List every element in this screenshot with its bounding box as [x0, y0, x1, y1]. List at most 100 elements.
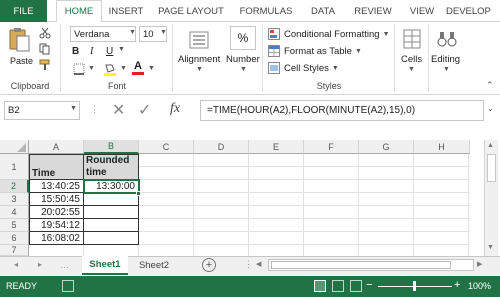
macro-record-icon[interactable]	[62, 280, 74, 292]
prev-sheet-icon[interactable]: ◂	[14, 260, 18, 269]
column-header-b[interactable]: B	[84, 140, 139, 154]
chevron-down-icon[interactable]: ▼	[120, 65, 127, 72]
tab-file[interactable]: FILE	[0, 0, 47, 22]
format-as-table-button[interactable]: Format as Table ▼	[268, 44, 390, 58]
scroll-down-icon[interactable]: ▼	[487, 244, 494, 251]
row-header-5[interactable]: 5	[0, 219, 29, 232]
scroll-up-icon[interactable]: ▲	[487, 142, 494, 149]
cell-b5[interactable]	[84, 219, 139, 232]
tab-page-layout[interactable]: PAGE LAYOUT	[152, 0, 230, 22]
scroll-left-icon[interactable]: ◀	[256, 258, 266, 270]
fill-handle[interactable]	[136, 191, 141, 196]
cell-a3[interactable]: 15:50:45	[29, 193, 84, 206]
row-header-1[interactable]: 1	[0, 154, 29, 180]
select-all-button[interactable]	[0, 140, 29, 154]
tab-developer[interactable]: DEVELOP	[446, 0, 500, 22]
collapse-ribbon-icon[interactable]: ⌃	[486, 80, 494, 91]
normal-view-icon[interactable]	[314, 280, 326, 292]
borders-button[interactable]	[72, 62, 86, 76]
cell-a2[interactable]: 13:40:25	[29, 180, 84, 193]
chevron-down-icon[interactable]: ▼	[129, 29, 136, 36]
column-header-e[interactable]: E	[249, 140, 304, 154]
chevron-down-icon[interactable]: ▼	[443, 66, 450, 73]
bold-button[interactable]: B	[72, 46, 79, 57]
vertical-scrollbar[interactable]: ▲ ▼	[484, 140, 498, 256]
expand-formula-icon[interactable]: ⌄	[487, 104, 494, 113]
insert-function-button[interactable]: fx	[170, 101, 180, 117]
chevron-down-icon[interactable]: ▼	[118, 46, 125, 53]
page-break-view-icon[interactable]	[350, 280, 362, 292]
formula-input[interactable]: =TIME(HOUR(A2),FLOOR(MINUTE(A2),15),0)	[200, 100, 484, 121]
chevron-down-icon[interactable]: ▼	[196, 66, 203, 73]
tab-formulas[interactable]: FORMULAS	[235, 0, 297, 22]
column-header-a[interactable]: A	[29, 140, 84, 154]
underline-button[interactable]: U	[106, 46, 113, 57]
cell-b4[interactable]	[84, 206, 139, 219]
zoom-out-button[interactable]: −	[366, 279, 372, 291]
cell-styles-button[interactable]: Cell Styles ▼	[268, 61, 390, 75]
font-color-button[interactable]: A	[132, 60, 144, 75]
row-header-2[interactable]: 2	[0, 180, 29, 193]
cell-a6[interactable]: 16:08:02	[29, 232, 84, 245]
tab-overflow-icon[interactable]: …	[60, 260, 69, 270]
scroll-right-icon[interactable]: ▶	[477, 258, 487, 270]
fill-color-button[interactable]	[102, 61, 118, 77]
enter-formula-icon[interactable]: ✓	[138, 100, 151, 120]
row-header-6[interactable]: 6	[0, 232, 29, 245]
tab-review[interactable]: REVIEW	[348, 0, 398, 22]
tab-data[interactable]: DATA	[303, 0, 343, 22]
paste-label: Paste	[10, 56, 34, 66]
column-header-f[interactable]: F	[304, 140, 359, 154]
vertical-scroll-thumb[interactable]	[487, 154, 496, 182]
chevron-down-icon[interactable]: ▼	[240, 66, 247, 73]
chevron-down-icon[interactable]: ▼	[148, 65, 155, 72]
tab-home[interactable]: HOME	[56, 0, 102, 23]
horizontal-scrollbar[interactable]	[268, 259, 474, 271]
chevron-down-icon[interactable]: ▼	[88, 65, 95, 72]
column-header-c[interactable]: C	[139, 140, 194, 154]
next-sheet-icon[interactable]: ▸	[38, 260, 42, 269]
chevron-down-icon: ▼	[331, 64, 339, 72]
tab-splitter-icon[interactable]: ⋮	[244, 259, 253, 270]
column-header-g[interactable]: G	[359, 140, 414, 154]
column-header-h[interactable]: H	[414, 140, 470, 154]
editing-button[interactable]	[434, 27, 460, 51]
chevron-down-icon[interactable]: ▼	[408, 66, 415, 73]
chevron-down-icon[interactable]: ▼	[70, 105, 77, 112]
cell-b1[interactable]: Rounded time	[84, 154, 139, 180]
alignment-button[interactable]	[180, 28, 218, 52]
cell-b6[interactable]	[84, 232, 139, 245]
horizontal-scroll-thumb[interactable]	[271, 261, 451, 269]
cell-a5[interactable]: 19:54:12	[29, 219, 84, 232]
cell-a1[interactable]: Time	[29, 154, 84, 180]
format-painter-button[interactable]	[38, 59, 52, 71]
row-header-4[interactable]: 4	[0, 206, 29, 219]
paste-button[interactable]	[6, 26, 32, 54]
name-box[interactable]: B2	[4, 101, 80, 120]
column-header-d[interactable]: D	[194, 140, 249, 154]
conditional-formatting-button[interactable]: Conditional Formatting ▼	[268, 27, 390, 41]
row-header-7[interactable]: 7	[0, 245, 29, 256]
tab-view[interactable]: VIEW	[403, 0, 441, 22]
copy-button[interactable]	[38, 43, 52, 55]
number-format-button[interactable]: %	[230, 26, 256, 50]
sheet-tab-sheet1[interactable]: Sheet1	[82, 256, 128, 275]
cancel-formula-icon[interactable]: ✕	[112, 100, 125, 120]
sheet-tab-sheet2[interactable]: Sheet2	[134, 256, 174, 275]
zoom-level-text[interactable]: 100%	[468, 281, 491, 291]
cells-button[interactable]	[400, 27, 424, 51]
cell-b3[interactable]	[84, 193, 139, 206]
zoom-in-button[interactable]: +	[454, 279, 460, 291]
cell-b2-selected[interactable]: 13:30:00	[83, 179, 140, 194]
font-name-box[interactable]: Verdana	[70, 26, 136, 42]
row-header-3[interactable]: 3	[0, 193, 29, 206]
italic-button[interactable]: I	[90, 46, 93, 57]
cut-button[interactable]	[38, 27, 52, 39]
page-layout-view-icon[interactable]	[332, 280, 344, 292]
add-sheet-button[interactable]: +	[202, 258, 216, 272]
plus-icon: +	[205, 259, 213, 271]
chevron-down-icon[interactable]: ▼	[160, 29, 167, 36]
zoom-slider-thumb[interactable]	[413, 281, 416, 291]
tab-insert[interactable]: INSERT	[104, 0, 148, 22]
cell-a4[interactable]: 20:02:55	[29, 206, 84, 219]
